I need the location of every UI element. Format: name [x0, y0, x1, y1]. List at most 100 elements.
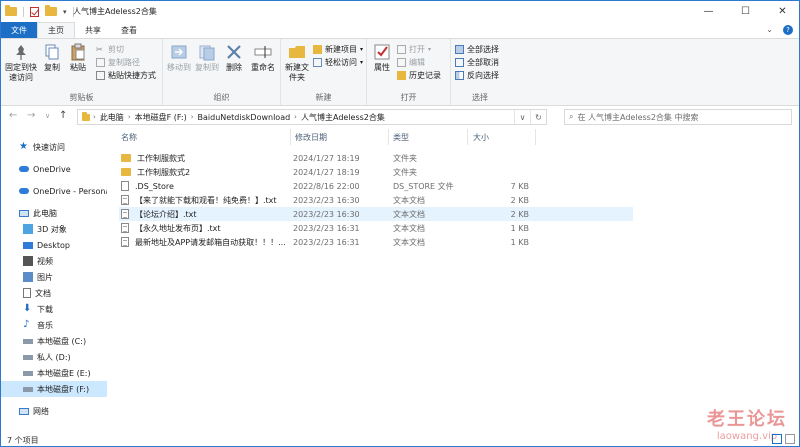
- file-size: 1 KB: [510, 223, 529, 233]
- large-icons-view-icon[interactable]: [785, 434, 795, 444]
- nav-this-pc[interactable]: 此电脑: [1, 205, 107, 221]
- file-row[interactable]: 【永久地址发布页】.txt 2023/2/23 16:31 文本文档 1 KB: [119, 221, 633, 235]
- column-header-size[interactable]: 大小: [473, 129, 489, 145]
- column-header-name[interactable]: 名称: [121, 129, 137, 145]
- breadcrumb-current-folder[interactable]: 人气博主Adeless2合集: [301, 112, 385, 123]
- invert-selection-button[interactable]: 反向选择: [455, 70, 499, 81]
- nav-desktop[interactable]: Desktop: [1, 237, 107, 253]
- delete-button[interactable]: 删除: [223, 43, 245, 73]
- file-row[interactable]: 工作制服款式 2024/1/27 18:19 文件夹: [119, 151, 633, 165]
- new-item-icon: [313, 45, 322, 54]
- nav-downloads[interactable]: ⬇ 下载: [1, 301, 107, 317]
- column-divider[interactable]: [290, 129, 291, 145]
- column-header-type[interactable]: 类型: [393, 129, 409, 145]
- properties-button[interactable]: 属性: [371, 43, 393, 73]
- breadcrumb-baidu[interactable]: BaiduNetdiskDownload: [198, 113, 291, 122]
- maximize-button[interactable]: ☐: [727, 1, 764, 22]
- tab-file[interactable]: 文件: [1, 22, 37, 38]
- copy-path-label: 复制路径: [108, 58, 140, 67]
- star-icon: ★: [19, 141, 28, 152]
- drive-icon: [23, 370, 33, 376]
- file-name: 【永久地址发布页】.txt: [135, 223, 221, 233]
- file-row[interactable]: 最新地址及APP请发邮箱自动获取！！！... 2023/2/23 16:31 文…: [119, 235, 633, 249]
- forward-arrow-icon[interactable]: →: [27, 110, 35, 121]
- history-icon: [397, 71, 406, 80]
- refresh-icon[interactable]: ↻: [530, 110, 546, 124]
- new-item-button[interactable]: 新建项目 ▾: [313, 44, 363, 55]
- file-name: 最新地址及APP请发邮箱自动获取！！！...: [135, 237, 286, 247]
- nav-onedrive-personal[interactable]: OneDrive - Persona: [1, 183, 110, 199]
- nav-drive-f[interactable]: 本地磁盘F (F:): [1, 381, 107, 397]
- nav-label: 此电脑: [33, 208, 57, 218]
- recent-locations-icon[interactable]: ∨: [45, 112, 50, 120]
- copy-button[interactable]: 复制: [41, 43, 63, 73]
- column-header-date[interactable]: 修改日期: [295, 129, 327, 145]
- nav-pictures[interactable]: 图片: [1, 269, 107, 285]
- select-all-label: 全部选择: [467, 45, 499, 54]
- invert-selection-label: 反向选择: [467, 71, 499, 80]
- nav-network[interactable]: 网络: [1, 403, 107, 419]
- move-to-button[interactable]: 移动到: [165, 43, 193, 73]
- nav-drive-d[interactable]: 私人 (D:): [1, 349, 107, 365]
- paste-button[interactable]: 粘贴: [67, 43, 89, 73]
- customize-toolbar-icon[interactable]: ▾: [63, 8, 67, 16]
- column-divider[interactable]: [467, 129, 468, 145]
- column-divider[interactable]: [535, 129, 536, 145]
- nav-label: 快速访问: [33, 142, 65, 152]
- breadcrumb-drive-f[interactable]: 本地磁盘F (F:): [135, 112, 187, 123]
- nav-documents[interactable]: 文档: [1, 285, 107, 301]
- file-row[interactable]: .DS_Store 2022/8/16 22:00 DS_STORE 文件 7 …: [119, 179, 633, 193]
- nav-drive-e[interactable]: 本地磁盘E (E:): [1, 365, 107, 381]
- tab-share[interactable]: 共享: [75, 22, 111, 38]
- address-dropdown-icon[interactable]: ∨: [514, 110, 530, 124]
- back-arrow-icon[interactable]: ←: [9, 110, 17, 121]
- chevron-down-icon[interactable]: ⌄: [766, 25, 773, 35]
- tab-home[interactable]: 主页: [37, 22, 75, 38]
- file-row[interactable]: 工作制服款式2 2024/1/27 18:19 文件夹: [119, 165, 633, 179]
- select-none-button[interactable]: 全部取消: [455, 57, 499, 68]
- paste-shortcut-button[interactable]: 粘贴快捷方式: [96, 70, 156, 81]
- file-name-cell: 【论坛介绍】.txt: [121, 207, 293, 221]
- explorer-window: ▾ 人气博主Adeless2合集 — ☐ ✕ 文件 主页 共享 查看 ⌄ ? 固…: [0, 0, 800, 447]
- text-file-icon: [121, 237, 129, 247]
- new-folder-button[interactable]: 新建文件夹: [283, 43, 311, 83]
- file-name-cell: 工作制服款式2: [121, 165, 293, 179]
- help-icon[interactable]: ?: [783, 25, 793, 35]
- search-placeholder: 在 人气博主Adeless2合集 中搜索: [577, 112, 699, 122]
- nav-drive-c[interactable]: 本地磁盘 (C:): [1, 333, 107, 349]
- file-row[interactable]: 【论坛介绍】.txt 2023/2/23 16:30 文本文档 2 KB: [119, 207, 633, 221]
- open-button[interactable]: 打开 ▾: [397, 44, 431, 55]
- breadcrumb-this-pc[interactable]: 此电脑: [100, 112, 124, 123]
- minimize-button[interactable]: —: [690, 1, 727, 22]
- select-all-button[interactable]: 全部选择: [455, 44, 499, 55]
- copy-to-button[interactable]: 复制到: [193, 43, 221, 73]
- copy-path-button[interactable]: 复制路径: [96, 57, 140, 68]
- search-box[interactable]: ⌕ 在 人气博主Adeless2合集 中搜索: [564, 109, 792, 125]
- rename-button[interactable]: 重命名: [249, 43, 277, 73]
- up-arrow-icon[interactable]: ↑: [59, 110, 67, 121]
- status-bar: 7 个项目: [1, 432, 799, 446]
- file-date: 2023/2/23 16:30: [293, 195, 360, 205]
- easy-access-button[interactable]: 轻松访问 ▾: [313, 57, 363, 68]
- pin-quick-access-button[interactable]: 固定到快速访问: [5, 43, 37, 83]
- nav-label: 本地磁盘E (E:): [37, 368, 91, 378]
- history-button[interactable]: 历史记录: [397, 70, 441, 81]
- rename-icon: [254, 46, 272, 58]
- nav-3d-objects[interactable]: 3D 对象: [1, 221, 107, 237]
- nav-quick-access[interactable]: ★ 快速访问: [1, 139, 107, 155]
- edit-button[interactable]: 编辑: [397, 57, 425, 68]
- nav-music[interactable]: ♪ 音乐: [1, 317, 107, 333]
- tab-view[interactable]: 查看: [111, 22, 147, 38]
- properties-check-icon[interactable]: [30, 6, 39, 17]
- group-clipboard: 固定到快速访问 复制 粘贴 ✂ 剪切 复制路径 粘贴快捷方式 剪贴板: [1, 39, 163, 105]
- cut-button[interactable]: ✂ 剪切: [96, 44, 124, 55]
- close-button[interactable]: ✕: [764, 1, 799, 22]
- nav-onedrive[interactable]: OneDrive: [1, 161, 107, 177]
- file-row[interactable]: 【来了就能下载和观看！纯免费！】.txt 2023/2/23 16:30 文本文…: [119, 193, 633, 207]
- address-bar[interactable]: › 此电脑 › 本地磁盘F (F:) › BaiduNetdiskDownloa…: [77, 109, 547, 125]
- new-folder-icon[interactable]: [45, 5, 57, 16]
- column-divider[interactable]: [388, 129, 389, 145]
- copy-path-icon: [96, 58, 105, 67]
- details-view-icon[interactable]: [772, 434, 782, 444]
- nav-videos[interactable]: 视频: [1, 253, 107, 269]
